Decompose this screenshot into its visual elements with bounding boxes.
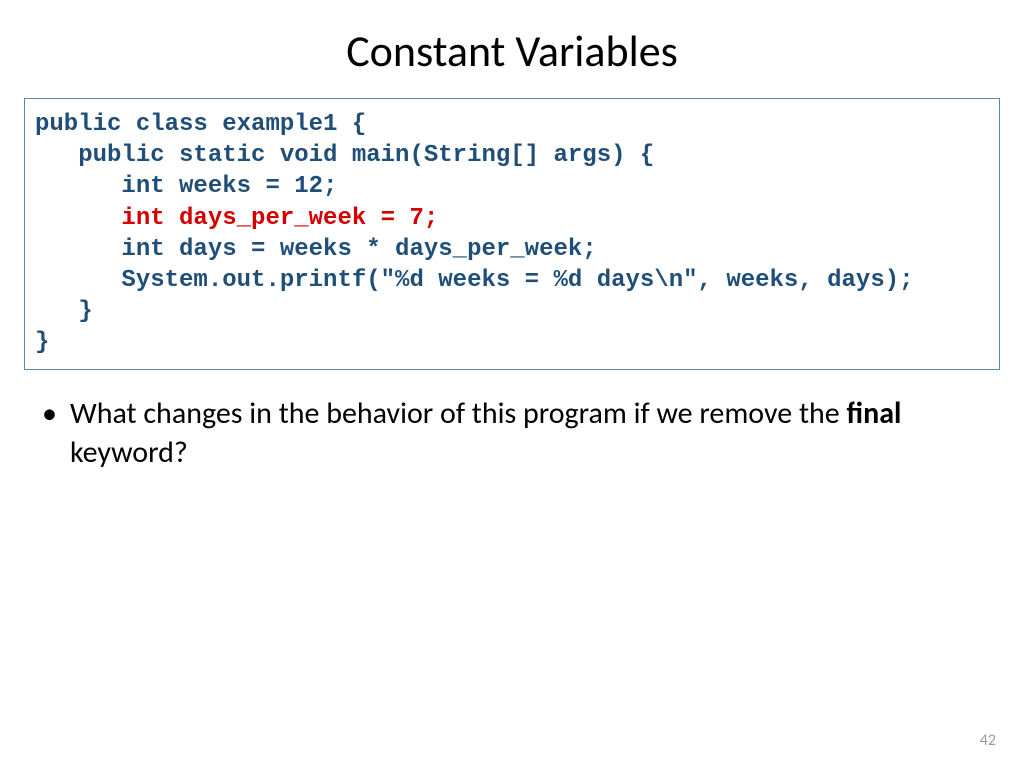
bullet-item: • What changes in the behavior of this p… xyxy=(40,394,984,472)
code-line-highlight: int days_per_week = 7; xyxy=(35,205,438,232)
page-number: 42 xyxy=(980,731,996,750)
code-line: } xyxy=(35,329,49,356)
bullet-list: • What changes in the behavior of this p… xyxy=(40,394,984,472)
code-line: public static void main(String[] args) { xyxy=(35,142,654,169)
code-line: } xyxy=(35,298,93,325)
code-line: public class example1 { xyxy=(35,111,366,138)
code-line: int weeks = 12; xyxy=(35,173,337,200)
bullet-dot: • xyxy=(40,394,70,433)
code-line: int days = weeks * days_per_week; xyxy=(35,236,597,263)
bullet-text-bold: final xyxy=(846,395,901,432)
code-block: public class example1 { public static vo… xyxy=(24,98,1000,370)
slide-title: Constant Variables xyxy=(0,0,1024,98)
code-line: System.out.printf("%d weeks = %d days\n"… xyxy=(35,267,914,294)
bullet-text: What changes in the behavior of this pro… xyxy=(70,394,984,472)
bullet-text-post: keyword? xyxy=(70,434,188,471)
bullet-text-pre: What changes in the behavior of this pro… xyxy=(70,395,846,432)
